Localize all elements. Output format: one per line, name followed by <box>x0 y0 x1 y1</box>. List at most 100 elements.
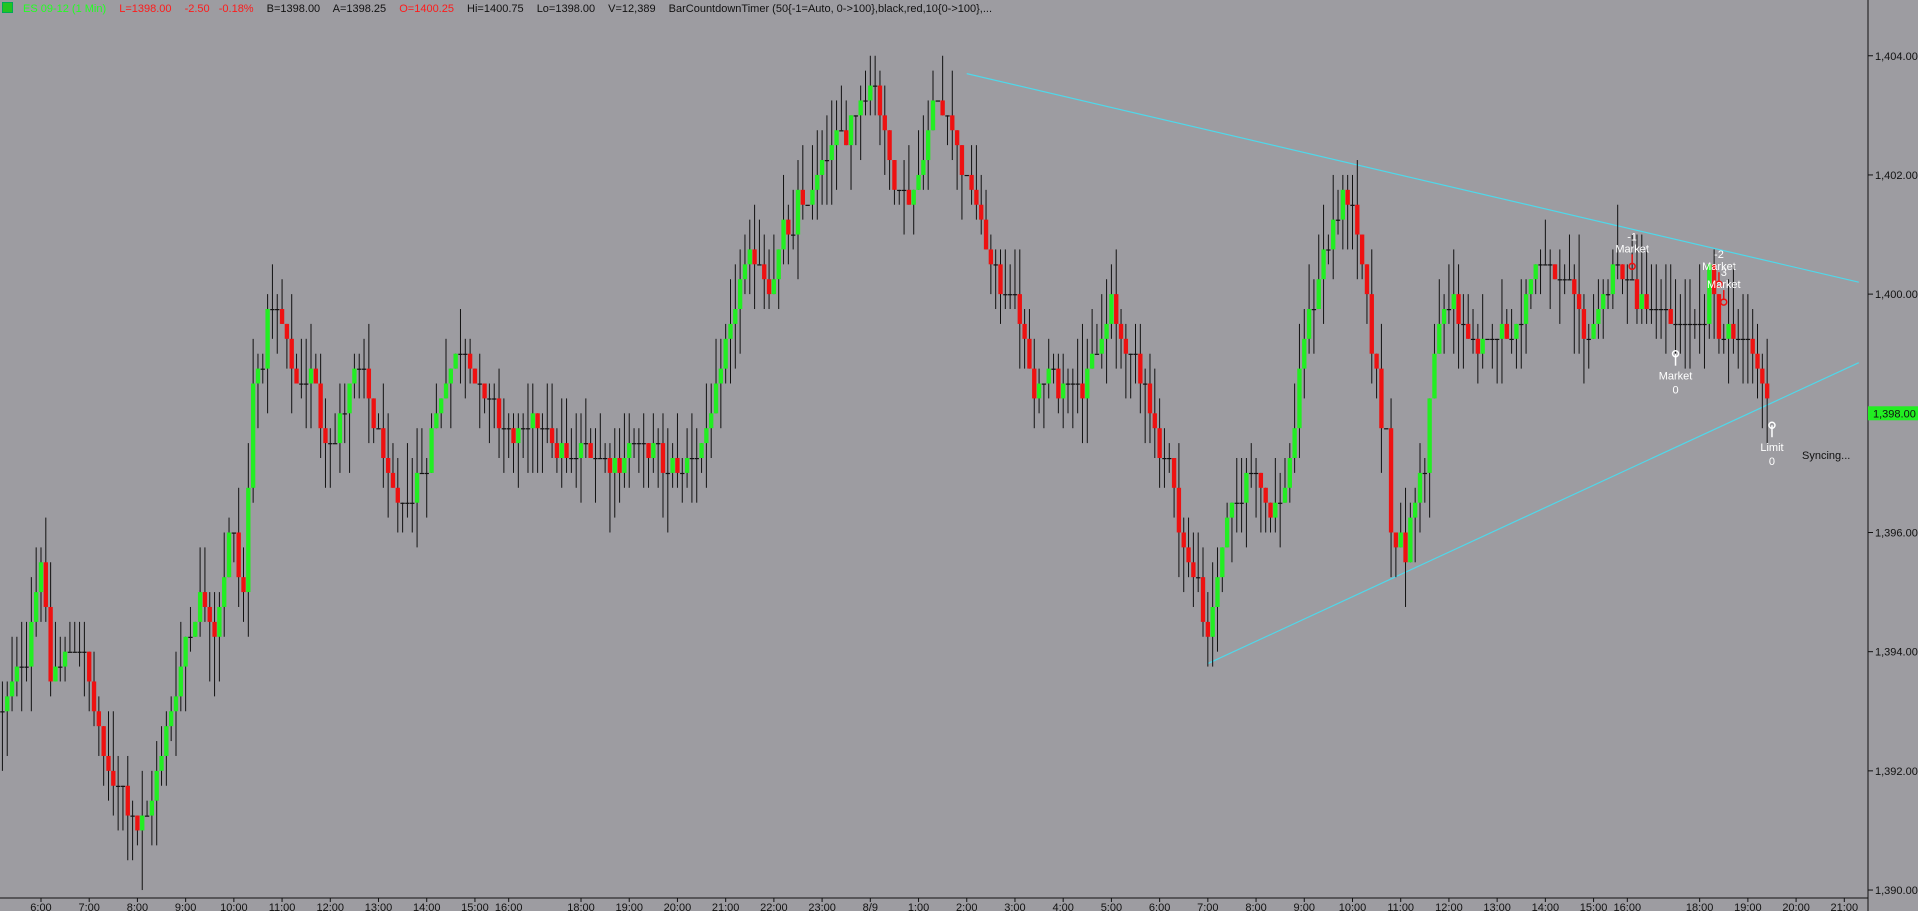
price-bar <box>1321 249 1326 280</box>
price-bar <box>58 666 63 668</box>
price-bar <box>1138 353 1143 384</box>
price-bar <box>569 458 574 460</box>
price-bar <box>993 264 998 266</box>
price-bar <box>771 279 777 295</box>
x-tick-label: 2:00 <box>956 902 977 911</box>
price-bar <box>762 264 767 280</box>
price-bar <box>1649 309 1654 311</box>
price-bar <box>164 726 169 756</box>
price-bar <box>819 160 825 175</box>
price-bar <box>733 309 738 324</box>
order-type: Limit <box>1760 442 1783 454</box>
bid-price: B=1398.00 <box>266 3 321 15</box>
price-bar <box>906 189 912 205</box>
price-bar <box>1466 323 1471 339</box>
price-bar <box>1750 338 1755 354</box>
price-bar <box>1562 279 1567 281</box>
price-bar <box>1403 532 1408 563</box>
last-price-label: 1,398.00 <box>1873 408 1916 420</box>
price-bar <box>1142 383 1148 385</box>
x-tick-label: 5:00 <box>1101 902 1122 911</box>
price-bar <box>125 785 130 816</box>
price-bar <box>1253 472 1259 475</box>
price-bar <box>1576 294 1582 310</box>
price-bar <box>689 458 695 460</box>
y-tick-label: 1,394.00 <box>1875 647 1918 659</box>
price-bar <box>414 472 420 503</box>
price-bar <box>91 681 97 712</box>
price-bar <box>1297 368 1302 429</box>
price-bar <box>82 651 87 653</box>
x-tick-label: 6:00 <box>1149 902 1170 911</box>
x-tick-label: 7:00 <box>78 902 99 911</box>
price-bar <box>0 711 5 713</box>
price-bar <box>1364 264 1370 295</box>
price-bar <box>1398 532 1403 548</box>
price-bar <box>135 815 140 831</box>
price-bar <box>458 353 463 355</box>
x-tick-label: 8/9 <box>863 902 878 911</box>
price-bar <box>757 264 762 266</box>
price-bar <box>877 85 883 116</box>
price-bar <box>1239 502 1244 504</box>
price-bar <box>583 443 589 445</box>
price-bar <box>385 458 391 473</box>
price-bar <box>1707 264 1712 324</box>
price-bar <box>439 398 444 414</box>
price-bar <box>805 204 810 206</box>
price-bar <box>1229 502 1235 518</box>
price-bar <box>1760 368 1765 384</box>
price-chart[interactable]: -1Market -2Market3MarketMarket0Limit0 1,3… <box>0 0 1918 911</box>
price-bar <box>1499 323 1505 339</box>
price-bar <box>120 785 126 787</box>
price-bar <box>1287 458 1292 488</box>
indicator-label[interactable]: BarCountdownTimer (50{-1=Auto, 0->100},b… <box>669 3 992 15</box>
price-bar <box>429 428 434 473</box>
x-tick-label: 16:00 <box>1614 902 1642 911</box>
price-bar <box>115 785 121 787</box>
price-bar <box>255 368 261 384</box>
price-bar <box>737 279 743 310</box>
price-bar <box>631 443 637 445</box>
price-bar <box>868 85 873 101</box>
price-bar <box>188 636 193 638</box>
price-bar <box>496 398 502 429</box>
price-bar <box>1494 338 1500 341</box>
price-bar <box>1557 279 1562 281</box>
x-tick-label: 18:00 <box>567 902 595 911</box>
price-bar <box>1538 264 1543 266</box>
price-bar <box>96 711 102 727</box>
x-tick-label: 8:00 <box>127 902 148 911</box>
price-bar <box>872 85 878 87</box>
price-bar <box>1451 294 1456 310</box>
price-bar <box>1596 309 1601 324</box>
x-tick-label: 22:00 <box>760 902 788 911</box>
price-bar <box>1186 547 1191 563</box>
price-bar <box>419 472 425 475</box>
price-bar <box>284 323 290 339</box>
price-bar <box>892 160 897 190</box>
price-bar <box>1567 279 1572 281</box>
price-bar <box>361 368 367 370</box>
price-bar <box>1610 264 1616 295</box>
price-bar <box>197 592 203 622</box>
price-bar <box>1061 383 1066 399</box>
x-tick-label: 10:00 <box>1339 902 1367 911</box>
price-bar <box>357 368 362 370</box>
price-bar <box>1350 204 1355 206</box>
price-bar <box>1745 338 1751 341</box>
price-bar <box>1601 294 1606 310</box>
price-bar <box>1620 264 1625 280</box>
price-bar <box>1012 294 1018 296</box>
price-bar <box>1702 323 1707 326</box>
price-bar <box>1017 294 1022 324</box>
price-bar <box>24 666 29 668</box>
price-bar <box>1427 398 1432 473</box>
price-bar <box>824 160 830 162</box>
price-bar <box>1509 338 1514 341</box>
price-bar <box>535 413 540 429</box>
price-bar <box>1673 323 1678 326</box>
price-bar <box>1123 338 1129 354</box>
instrument-label[interactable]: ES 09-12 (1 Min) <box>23 3 106 15</box>
price-bar <box>617 458 622 473</box>
